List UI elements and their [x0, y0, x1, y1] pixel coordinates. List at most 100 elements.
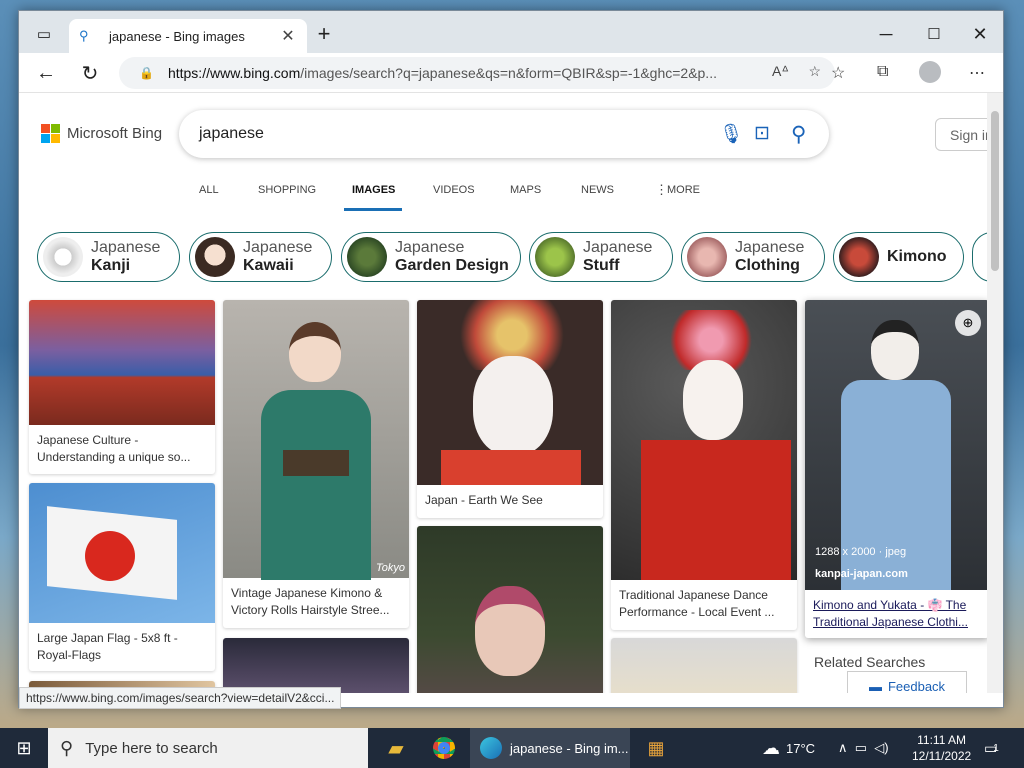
person-head	[289, 322, 341, 382]
result-image: Tokyo	[223, 300, 409, 580]
tab-images[interactable]: IMAGES	[352, 184, 395, 196]
tray-icons[interactable]: ∧ ▭ ◁)	[838, 728, 889, 768]
read-aloud-icon[interactable]: Aᐞ	[772, 63, 789, 80]
tab-videos[interactable]: VIDEOS	[433, 184, 475, 196]
browser-tab[interactable]: ⚲ japanese - Bing images ✕	[69, 19, 307, 53]
chip-japanese-kawaii[interactable]: Japanese Kawaii	[189, 232, 332, 282]
tab-more[interactable]: MORE	[667, 184, 700, 196]
bing-logo[interactable]: Microsoft Bing	[41, 124, 162, 143]
result-image	[223, 638, 409, 693]
address-bar-row: ← ↻ 🔒 https://www.bing.com /images/searc…	[19, 53, 1003, 93]
result-image	[29, 483, 215, 623]
chip-label-top: Japanese	[91, 239, 161, 256]
result-caption: Large Japan Flag - 5x8 ft - Royal-Flags	[37, 631, 178, 662]
visual-search-icon[interactable]: ⊡	[754, 122, 770, 145]
chip-thumbnail	[687, 237, 727, 277]
result-card[interactable]	[223, 638, 409, 693]
clock[interactable]: 11:11 AM 12/11/2022	[912, 728, 971, 768]
result-card[interactable]	[611, 638, 797, 693]
result-caption: Vintage Japanese Kimono & Victory Rolls …	[231, 586, 390, 617]
geisha-kimono	[641, 440, 791, 580]
chip-thumbnail	[839, 237, 879, 277]
taskbar-search[interactable]: ⚲ Type here to search	[48, 728, 368, 768]
chip-label-bottom: Kawaii	[243, 257, 294, 274]
search-box[interactable]: japanese 🎙 ⊡ ⚲	[179, 110, 829, 158]
add-favorite-icon[interactable]: ☆	[808, 63, 821, 80]
scrollbar-thumb[interactable]	[991, 111, 999, 271]
chip-label-bottom: Stuff	[583, 257, 620, 274]
chip-kimono[interactable]: Kimono	[833, 232, 964, 282]
taskbar-search-placeholder: Type here to search	[85, 739, 218, 757]
status-url: https://www.bing.com/images/search?view=…	[19, 687, 342, 709]
edge-icon	[480, 737, 502, 759]
chip-japanese-clothing[interactable]: Japanese Clothing	[681, 232, 825, 282]
result-image: ⊕ 1288 x 2000 · jpeg kanpai-japan.com	[805, 300, 989, 590]
search-icon[interactable]: ⚲	[791, 122, 806, 147]
tab-all[interactable]: ALL	[199, 184, 219, 196]
notification-count: 1	[993, 742, 999, 754]
close-window-button[interactable]: ✕	[965, 19, 995, 49]
result-card[interactable]: Large Japan Flag - 5x8 ft - Royal-Flags	[29, 483, 215, 671]
bing-page: Microsoft Bing japanese 🎙 ⊡ ⚲ Sign in AL…	[19, 93, 989, 693]
result-card[interactable]: Tokyo Vintage Japanese Kimono & Victory …	[223, 300, 409, 628]
refresh-button[interactable]: ↻	[75, 58, 105, 88]
feedback-icon: ▬	[868, 678, 882, 694]
result-card[interactable]: Japanese Culture - Understanding a uniqu…	[29, 300, 215, 474]
tab-actions-icon[interactable]: ▭	[29, 19, 59, 49]
active-tab-indicator	[344, 208, 402, 211]
geisha-face	[871, 320, 919, 380]
microphone-icon[interactable]: 🎙	[719, 122, 743, 146]
add-to-collection-icon[interactable]: ⊕	[955, 310, 981, 336]
geisha-collar	[441, 450, 581, 485]
result-card[interactable]: Traditional Japanese Dance Performance -…	[611, 300, 797, 630]
chrome-icon[interactable]	[426, 728, 462, 768]
cloud-icon: ☁	[762, 737, 780, 758]
url-field[interactable]: 🔒 https://www.bing.com /images/search?q=…	[119, 57, 835, 89]
result-image	[611, 300, 797, 580]
profile-avatar[interactable]	[919, 61, 941, 83]
chip-japanese-garden-design[interactable]: Japanese Garden Design	[341, 232, 521, 282]
favorites-icon[interactable]: ☆	[831, 63, 845, 83]
settings-more-icon[interactable]: ⋯	[969, 63, 985, 83]
related-searches-heading: Related Searches	[814, 654, 926, 670]
image-watermark: Tokyo	[376, 562, 405, 574]
back-button[interactable]: ←	[31, 58, 61, 88]
edge-taskbar-item[interactable]: japanese - Bing im...	[470, 728, 630, 768]
maximize-button[interactable]: ☐	[919, 19, 949, 49]
collections-icon[interactable]: ⧉	[877, 63, 888, 81]
result-card[interactable]: Japan - Earth We See	[417, 300, 603, 518]
result-caption-link[interactable]: Kimono and Yukata - 👘 The Traditional Ja…	[805, 590, 989, 631]
result-card-hovered[interactable]: ⊕ 1288 x 2000 · jpeg kanpai-japan.com Ki…	[805, 300, 989, 638]
chip-label-bottom: Garden Design	[395, 257, 509, 274]
result-image	[29, 300, 215, 425]
geisha-face	[683, 360, 743, 440]
notifications-button[interactable]: ▭ 1	[984, 728, 999, 768]
feedback-label: Feedback	[887, 678, 946, 694]
result-card[interactable]	[417, 526, 603, 693]
tab-shopping[interactable]: SHOPPING	[258, 184, 316, 196]
geisha-kimono	[841, 380, 951, 590]
chip-thumbnail	[195, 237, 235, 277]
image-source[interactable]: kanpai-japan.com	[815, 568, 908, 580]
result-caption: Traditional Japanese Dance Performance -…	[619, 588, 775, 619]
close-tab-icon[interactable]: ✕	[279, 26, 297, 46]
chip-japanese-stuff[interactable]: Japanese Stuff	[529, 232, 673, 282]
tab-maps[interactable]: MAPS	[510, 184, 541, 196]
minimize-button[interactable]: ─	[871, 19, 901, 49]
chip-japanese-kanji[interactable]: Japanese Kanji	[37, 232, 180, 282]
new-tab-button[interactable]: +	[309, 19, 339, 49]
weather-widget[interactable]: ☁ 17°C	[762, 728, 815, 768]
clock-time: 11:11 AM	[917, 733, 967, 747]
related-chips: Japanese Kanji Japanese Kawaii Japanese Gar…	[37, 232, 989, 282]
tab-news[interactable]: NEWS	[581, 184, 614, 196]
person-kimono	[261, 390, 371, 580]
store-icon[interactable]: ▦	[638, 728, 674, 768]
sign-in-button[interactable]: Sign in	[935, 118, 989, 151]
title-bar: ▭ ⚲ japanese - Bing images ✕ + ─ ☐ ✕	[19, 11, 1003, 53]
result-image	[417, 300, 603, 485]
vertical-scrollbar[interactable]	[987, 93, 1003, 693]
file-explorer-icon[interactable]: ▰	[378, 728, 414, 768]
weather-temp: 17°C	[786, 740, 816, 756]
feedback-button[interactable]: ▬ Feedback	[847, 671, 967, 693]
start-button[interactable]: ⊞	[0, 728, 48, 768]
